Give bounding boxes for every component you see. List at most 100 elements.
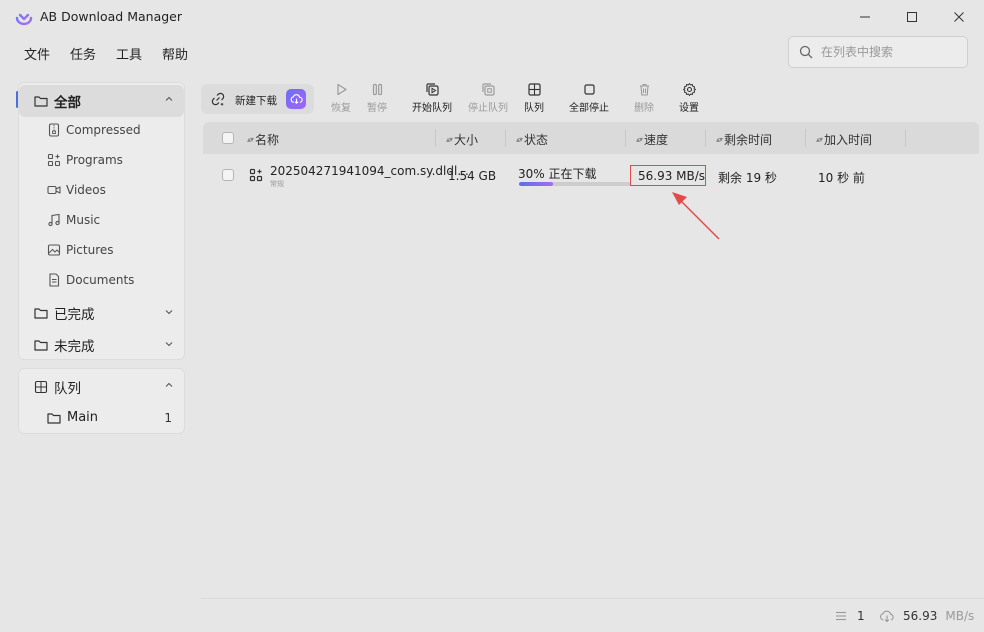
- sidebar-item-label: Pictures: [66, 243, 114, 257]
- chevron-up-icon[interactable]: [164, 380, 174, 390]
- list-icon: [836, 611, 846, 621]
- row-status: 30% 正在下载: [518, 167, 597, 181]
- total-speed-indicator: 56.93 MB/s: [879, 609, 974, 623]
- sidebar-item-queue-main[interactable]: Main 1: [47, 410, 184, 425]
- chevron-down-icon[interactable]: [164, 307, 174, 317]
- column-header-size[interactable]: ▴▾ 大小: [446, 131, 478, 148]
- document-icon: [47, 273, 61, 287]
- sidebar-item-queue-label: 队列: [54, 381, 81, 397]
- sort-icon: ▴▾: [446, 135, 453, 144]
- sidebar-item-videos[interactable]: Videos: [47, 183, 177, 197]
- close-icon: [954, 12, 964, 22]
- sidebar-item-incomplete[interactable]: 未完成: [34, 335, 184, 355]
- sidebar-item-label: Compressed: [66, 123, 141, 137]
- pause-button[interactable]: 暂停: [349, 82, 405, 114]
- search-input[interactable]: [821, 45, 961, 59]
- column-header-status[interactable]: ▴▾ 状态: [516, 131, 548, 148]
- menu-tools[interactable]: 工具: [106, 42, 152, 65]
- maximize-icon: [907, 12, 917, 22]
- category-panel: 全部 Compressed Programs Videos Music Pict…: [18, 82, 185, 360]
- minimize-icon: [860, 16, 870, 18]
- row-progress-bar: [519, 182, 631, 186]
- chevron-up-icon[interactable]: [164, 94, 174, 104]
- sidebar-item-music[interactable]: Music: [47, 213, 177, 227]
- video-icon: [47, 183, 61, 197]
- column-header-speed[interactable]: ▴▾ 速度: [636, 131, 668, 148]
- new-download-button[interactable]: 新建下载: [201, 84, 314, 114]
- select-all-checkbox[interactable]: [222, 132, 234, 144]
- sidebar-item-programs[interactable]: Programs: [47, 153, 177, 167]
- sidebar-item-label: Music: [66, 213, 101, 227]
- row-checkbox[interactable]: [222, 169, 234, 181]
- sort-icon: ▴▾: [636, 135, 643, 144]
- music-icon: [47, 213, 61, 227]
- cloud-download-icon: [290, 93, 303, 104]
- sidebar-item-completed-label: 已完成: [54, 307, 95, 323]
- stop-all-label: 全部停止: [569, 103, 609, 114]
- column-divider[interactable]: [705, 129, 706, 147]
- table-header: ▴▾ 名称 ▴▾ 大小 ▴▾ 状态 ▴▾ 速度 ▴▾ 剩余时间 ▴▾ 加入时间: [203, 122, 979, 154]
- pause-label: 暂停: [367, 103, 387, 114]
- column-divider[interactable]: [435, 129, 436, 147]
- total-speed-value: 56.93: [903, 609, 938, 623]
- image-icon: [47, 243, 61, 257]
- sidebar-item-pictures[interactable]: Pictures: [47, 243, 177, 257]
- play-icon: [336, 83, 347, 96]
- close-button[interactable]: [936, 0, 982, 34]
- stop-all-button[interactable]: 全部停止: [561, 82, 617, 114]
- row-added: 10 秒 前: [818, 171, 865, 185]
- sidebar-item-all-label: 全部: [54, 95, 81, 111]
- new-download-label: 新建下载: [235, 95, 277, 107]
- row-size: 1.54 GB: [448, 169, 497, 183]
- status-bar: 1 56.93 MB/s: [201, 598, 984, 632]
- folder-icon: [34, 94, 48, 108]
- column-header-added[interactable]: ▴▾ 加入时间: [816, 131, 872, 148]
- apps-icon: [249, 168, 263, 182]
- column-header-remaining[interactable]: ▴▾ 剩余时间: [716, 131, 772, 148]
- chevron-down-icon[interactable]: [164, 339, 174, 349]
- row-file-sub: 常规: [270, 180, 284, 188]
- queue-main-count: 1: [164, 410, 172, 425]
- menu-help[interactable]: 帮助: [152, 42, 198, 65]
- row-progress-fill: [519, 182, 553, 186]
- sidebar-item-incomplete-label: 未完成: [54, 339, 95, 355]
- minimize-button[interactable]: [842, 0, 888, 34]
- sort-icon: ▴▾: [816, 135, 823, 144]
- sidebar-item-documents[interactable]: Documents: [47, 273, 177, 287]
- column-divider[interactable]: [905, 129, 906, 147]
- menu-file[interactable]: 文件: [14, 42, 60, 65]
- maximize-button[interactable]: [889, 0, 935, 34]
- sidebar-item-label: Documents: [66, 273, 135, 287]
- settings-button[interactable]: 设置: [661, 82, 717, 114]
- start-queue-button[interactable]: 开始队列: [404, 82, 460, 114]
- column-divider[interactable]: [625, 129, 626, 147]
- sidebar-item-queue[interactable]: 队列: [34, 377, 184, 397]
- sidebar-item-compressed[interactable]: Compressed: [47, 123, 177, 137]
- sidebar-item-label: Programs: [66, 153, 123, 167]
- queue-button[interactable]: 队列: [506, 82, 562, 114]
- resume-label: 恢复: [331, 103, 351, 114]
- queue-panel: 队列 Main 1: [18, 368, 185, 434]
- link-icon: [211, 92, 225, 106]
- row-file-name: 202504271941094_com.sy.dldl...: [270, 164, 469, 178]
- cloud-download-button[interactable]: [286, 89, 306, 109]
- column-divider[interactable]: [505, 129, 506, 147]
- queue-main-label: Main: [67, 410, 99, 425]
- column-header-name[interactable]: ▴▾ 名称: [247, 131, 279, 148]
- column-divider[interactable]: [805, 129, 806, 147]
- search-box[interactable]: [788, 36, 968, 68]
- sidebar-item-completed[interactable]: 已完成: [34, 303, 184, 323]
- menu-tasks[interactable]: 任务: [60, 42, 106, 65]
- queue-icon: [527, 83, 541, 96]
- folder-icon: [34, 338, 48, 352]
- apps-icon: [47, 153, 61, 167]
- title-bar: AB Download Manager: [0, 0, 984, 34]
- table-row[interactable]: 202504271941094_com.sy.dldl... 常规 1.54 G…: [203, 156, 979, 194]
- sidebar-item-all[interactable]: 全部: [34, 91, 184, 111]
- pause-icon: [372, 83, 382, 96]
- sort-icon: ▴▾: [247, 135, 254, 144]
- trash-icon: [639, 83, 649, 96]
- active-downloads-indicator: 1: [835, 609, 865, 623]
- search-icon: [799, 45, 813, 59]
- cloud-download-icon: [880, 610, 894, 623]
